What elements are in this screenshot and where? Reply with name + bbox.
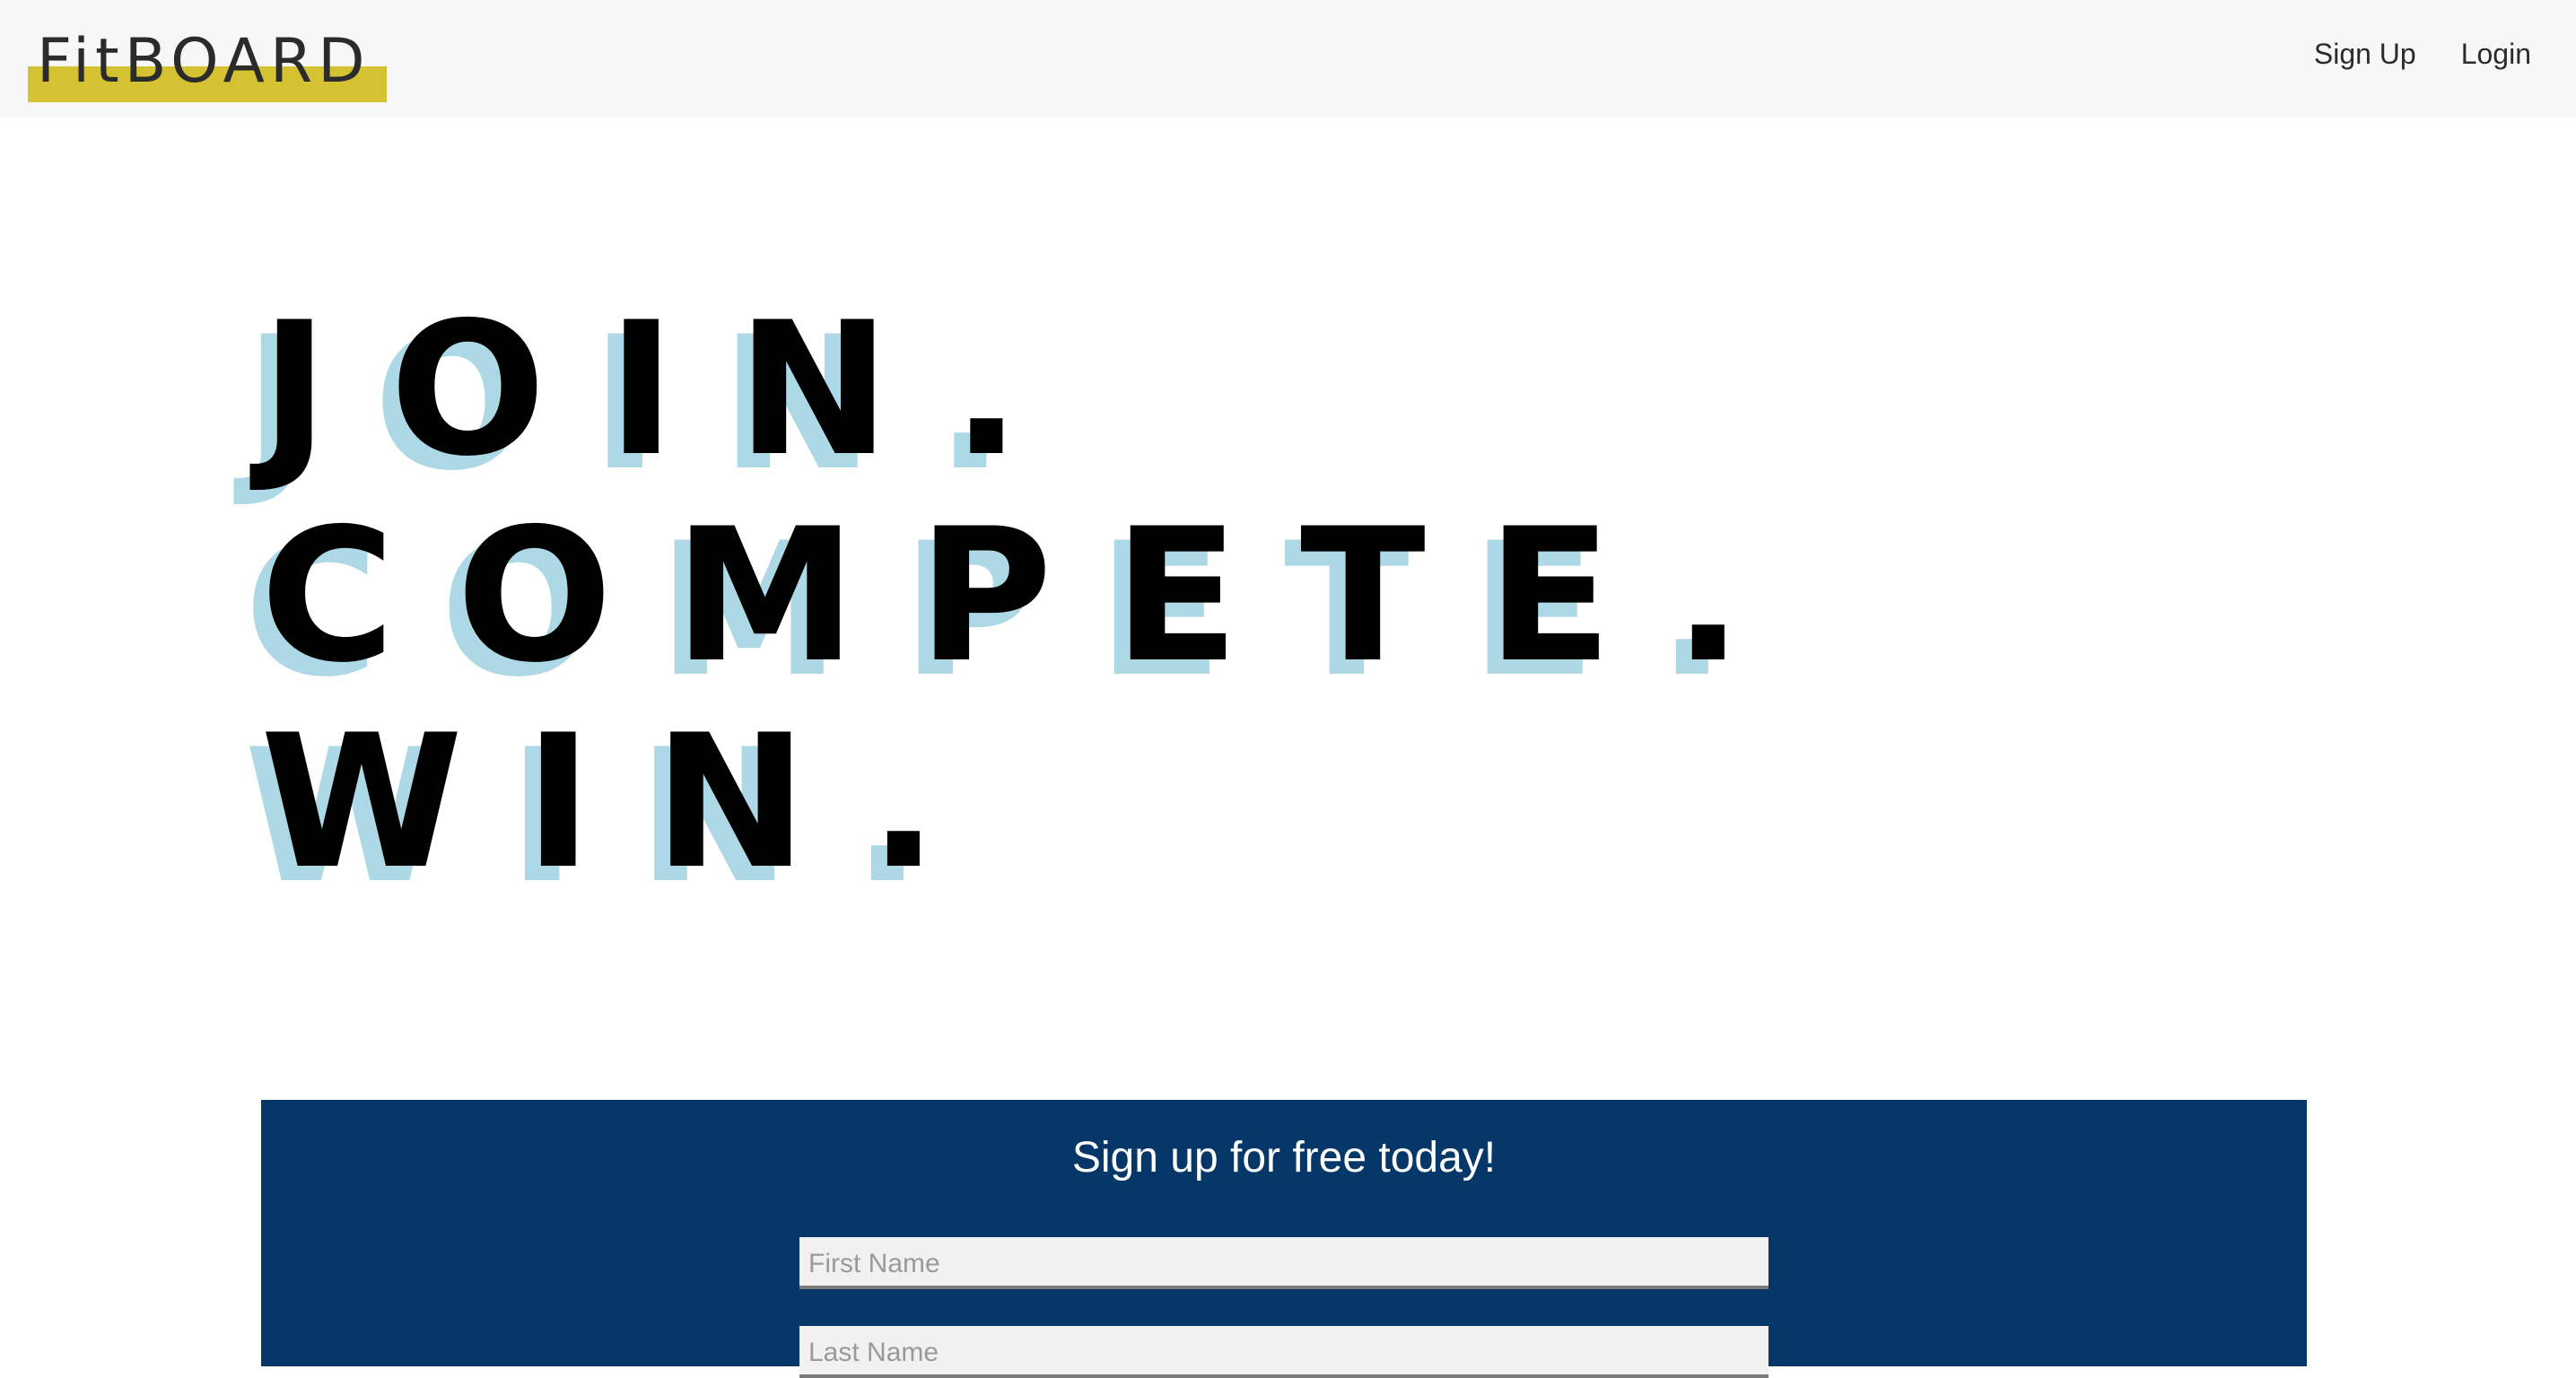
signup-panel: Sign up for free today!	[261, 1100, 2307, 1378]
hero-line-win: WIN.	[260, 696, 1000, 910]
first-name-field[interactable]	[799, 1237, 1768, 1289]
signup-link[interactable]: Sign Up	[2314, 34, 2416, 74]
hero-line-join: JOIN.	[260, 283, 1083, 497]
login-link[interactable]: Login	[2461, 34, 2531, 74]
hero-heading: JOIN. COMPETE. WIN.	[260, 287, 1786, 915]
brand-name: FitBOARD	[37, 26, 371, 97]
last-name-field[interactable]	[799, 1326, 1768, 1378]
signup-title: Sign up for free today!	[1071, 1134, 1497, 1182]
hero-line-compete: COMPETE.	[260, 490, 1804, 703]
brand-logo[interactable]: FitBOARD	[28, 22, 387, 104]
navbar: FitBOARD Sign Up Login	[0, 0, 2576, 118]
nav-links: Sign Up Login	[2314, 34, 2531, 74]
